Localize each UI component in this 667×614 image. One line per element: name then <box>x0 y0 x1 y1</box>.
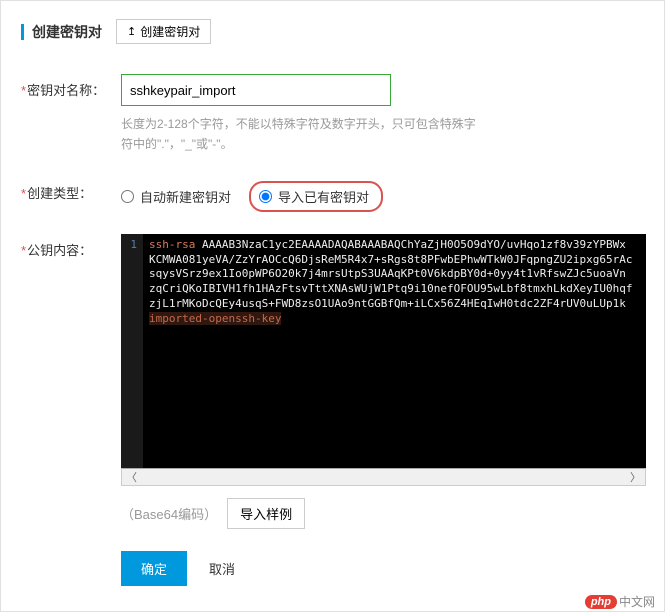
radio-auto-create-input[interactable] <box>121 190 134 203</box>
keypair-name-label: *密钥对名称： <box>21 74 121 99</box>
public-key-label: *公钥内容： <box>21 234 121 259</box>
scroll-left-icon[interactable]: 〈 <box>126 469 137 485</box>
radio-import-existing[interactable]: 导入已有密钥对 <box>249 181 383 212</box>
page-title: 创建密钥对 <box>32 22 102 42</box>
encoding-label: （Base64编码） <box>121 504 217 523</box>
header-accent-bar <box>21 24 24 40</box>
required-marker: * <box>21 83 26 98</box>
scrollbar-track[interactable] <box>141 472 626 482</box>
form-actions: 确定 取消 <box>121 551 644 586</box>
public-key-editor[interactable]: 1 ssh-rsa AAAAB3NzaC1yc2EAAAADAQABAAABAQ… <box>121 234 646 468</box>
radio-auto-create[interactable]: 自动新建密钥对 <box>121 187 231 206</box>
page-header: 创建密钥对 ↥ 创建密钥对 <box>21 19 644 44</box>
token-key-type: ssh-rsa <box>149 238 195 251</box>
cancel-button[interactable]: 取消 <box>201 551 243 586</box>
editor-horizontal-scrollbar[interactable]: 〈 〉 <box>121 468 646 486</box>
keypair-name-input[interactable] <box>121 74 391 106</box>
token-key-comment: imported-openssh-key <box>149 312 281 325</box>
radio-import-existing-label: 导入已有密钥对 <box>278 187 369 206</box>
watermark: php 中文网 <box>585 593 655 610</box>
row-keypair-name: *密钥对名称： 长度为2-128个字符，不能以特殊字符及数字开头，只可包含特殊字… <box>21 74 644 155</box>
create-keypair-button[interactable]: ↥ 创建密钥对 <box>116 19 211 44</box>
create-type-label: *创建类型： <box>21 177 121 202</box>
row-public-key: *公钥内容： 1 ssh-rsa AAAAB3NzaC1yc2EAAAADAQA… <box>21 234 644 529</box>
required-marker: * <box>21 243 26 258</box>
scroll-right-icon[interactable]: 〉 <box>630 469 641 485</box>
import-sample-button[interactable]: 导入样例 <box>227 498 305 529</box>
editor-content[interactable]: ssh-rsa AAAAB3NzaC1yc2EAAAADAQABAAABAQCh… <box>143 234 646 468</box>
radio-auto-create-label: 自动新建密钥对 <box>140 187 231 206</box>
watermark-text: 中文网 <box>619 593 655 610</box>
editor-line-numbers: 1 <box>121 234 143 468</box>
radio-import-existing-input[interactable] <box>259 190 272 203</box>
required-marker: * <box>21 186 26 201</box>
token-key-body: AAAAB3NzaC1yc2EAAAADAQABAAABAQChYaZjH0O5… <box>149 238 632 310</box>
ok-button[interactable]: 确定 <box>121 551 187 586</box>
upload-icon: ↥ <box>127 25 136 38</box>
watermark-badge: php <box>585 595 617 609</box>
create-keypair-button-label: 创建密钥对 <box>140 23 200 40</box>
keypair-name-hint: 长度为2-128个字符，不能以特殊字符及数字开头，只可包含特殊字符中的"."，"… <box>121 114 481 155</box>
row-create-type: *创建类型： 自动新建密钥对 导入已有密钥对 <box>21 177 644 212</box>
